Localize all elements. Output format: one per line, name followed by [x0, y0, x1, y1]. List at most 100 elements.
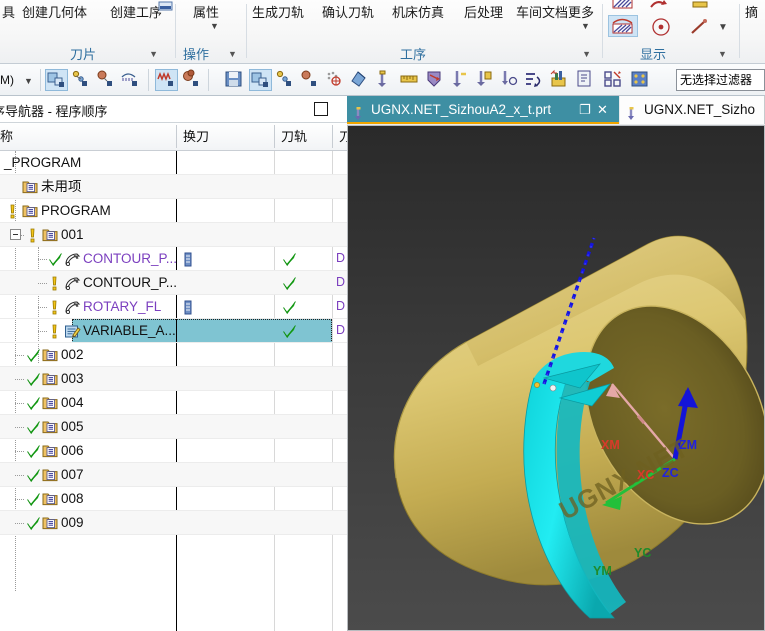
toolpath-ok-icon: [282, 324, 296, 339]
ribbon-icon-display-line[interactable]: [688, 16, 710, 38]
csys-label-xm: XM: [601, 438, 620, 452]
ribbon-group-expand-operation[interactable]: ▼: [228, 50, 237, 59]
operation-icon: [64, 276, 81, 294]
ribbon-command-more[interactable]: 更多: [568, 2, 594, 21]
quickbar-export-button[interactable]: [549, 69, 572, 91]
column-header-toolpath[interactable]: 刀轨: [276, 123, 332, 150]
quickbar-mode-dropdown-icon[interactable]: ▼: [24, 77, 33, 86]
selection-filter-dropdown[interactable]: 无选择过滤器: [676, 69, 765, 91]
quickbar-simulate-button[interactable]: [349, 69, 372, 91]
list-item-label: 005: [61, 419, 84, 434]
program-group-icon: [42, 372, 58, 389]
quickbar-mode-label[interactable]: M): [0, 73, 14, 87]
ribbon-command-machine-simulation[interactable]: 机床仿真: [392, 2, 444, 21]
ribbon-command-create-geometry[interactable]: 创建几何体: [22, 2, 87, 21]
restore-icon[interactable]: ❐: [579, 102, 593, 117]
quickbar-geometry-view-button[interactable]: [274, 69, 297, 91]
quickbar-save-button[interactable]: [224, 69, 247, 91]
ribbon-group-label-process: 工序: [400, 47, 427, 62]
ribbon-group-expand-process[interactable]: ▼: [582, 50, 591, 59]
quickbar-machine-tool-view-button[interactable]: [299, 69, 322, 91]
table-row[interactable]: 007: [0, 463, 347, 487]
program-group-icon: [42, 396, 58, 413]
quickbar-report-button[interactable]: [574, 69, 597, 91]
program-tree[interactable]: _PROGRAM 未用项 PROGRAM 001 CONTOUR_P... D CONTOU…: [0, 151, 347, 631]
tree-guide: [15, 427, 24, 428]
ribbon-icon-display-bar[interactable]: [690, 0, 710, 11]
ribbon-command-properties[interactable]: 属性: [193, 2, 219, 21]
quickbar-create-method-button[interactable]: [95, 69, 118, 91]
list-item-label: _PROGRAM: [4, 155, 82, 170]
table-row[interactable]: 001: [0, 223, 347, 247]
maximize-icon[interactable]: [314, 102, 328, 116]
table-row[interactable]: _PROGRAM: [0, 151, 347, 175]
document-tab-2[interactable]: UGNX.NET_Sizho: [620, 96, 765, 124]
ribbon-command-generate-toolpath[interactable]: 生成刀轨: [252, 2, 304, 21]
navigator-column-headers: 称 换刀 刀轨 刀: [0, 123, 347, 151]
tree-guide: [38, 259, 47, 260]
quickbar-create-program-button[interactable]: [120, 69, 143, 91]
ribbon-more-dropdown-icon[interactable]: ▼: [581, 22, 590, 31]
ribbon-properties-dropdown-icon[interactable]: ▼: [210, 22, 219, 31]
quickbar-verify-toolpath-button[interactable]: [181, 69, 204, 91]
ribbon-group-display: ▼ 显示 ▼: [604, 0, 740, 63]
table-row[interactable]: 004: [0, 391, 347, 415]
quickbar-layout-button[interactable]: [603, 69, 626, 91]
ribbon-command-create-operation[interactable]: 创建工序: [110, 2, 162, 21]
ribbon-command-shop-documentation[interactable]: 车间文档: [516, 2, 568, 21]
table-row[interactable]: 005: [0, 415, 347, 439]
table-row[interactable]: 006: [0, 439, 347, 463]
quickbar-trim-button[interactable]: [474, 69, 497, 91]
table-row[interactable]: CONTOUR_P... D: [0, 271, 347, 295]
ribbon-icon-display-arrow[interactable]: [648, 0, 668, 12]
ribbon-icon-display-boundary[interactable]: [608, 15, 638, 37]
change-tool-icon: [184, 300, 193, 318]
quickbar-reposition-button[interactable]: [374, 69, 397, 91]
3d-viewport[interactable]: UGNX.NET XM XC ZM ZC YC YM: [348, 126, 764, 630]
ribbon-icon-display-target[interactable]: [650, 16, 672, 38]
column-header-tool[interactable]: 刀: [334, 123, 347, 150]
list-item-label: CONTOUR_P...: [83, 251, 178, 266]
close-icon[interactable]: ✕: [597, 102, 611, 117]
ribbon-group-operation: 属性 ▼ 操作 ▼: [177, 0, 247, 63]
tree-guide: [15, 403, 24, 404]
part-file-icon: [353, 103, 367, 120]
table-row[interactable]: 002: [0, 343, 347, 367]
quickbar-toolpath-display-button[interactable]: [324, 69, 347, 91]
quickbar-measure-button[interactable]: [399, 69, 422, 91]
table-row[interactable]: ROTARY_FL D: [0, 295, 347, 319]
quickbar-create-operation-button[interactable]: [249, 69, 272, 91]
column-header-name[interactable]: 称: [0, 123, 175, 150]
quickbar-create-geometry-button[interactable]: [70, 69, 93, 91]
ribbon-display-dropdown-icon[interactable]: ▼: [718, 23, 728, 33]
table-row[interactable]: VARIABLE_A... D: [0, 319, 347, 343]
table-row[interactable]: 008: [0, 487, 347, 511]
quickbar-generate-toolpath-button[interactable]: [155, 69, 178, 91]
ribbon-group-blade: 具 创建几何体 创建工序 刀片 ▼: [0, 0, 176, 63]
3d-model-render: [393, 235, 764, 619]
ribbon-command-postprocess[interactable]: 后处理: [464, 2, 503, 21]
quickbar-divide-button[interactable]: [499, 69, 522, 91]
table-row[interactable]: 003: [0, 367, 347, 391]
quickbar-grid-button[interactable]: [630, 69, 653, 91]
quickbar-create-tool-button[interactable]: [45, 69, 68, 91]
table-row[interactable]: 未用项: [0, 175, 347, 199]
table-row[interactable]: PROGRAM: [0, 199, 347, 223]
ribbon-group-expand-blade[interactable]: ▼: [149, 50, 158, 59]
quickbar-analysis-button[interactable]: [424, 69, 447, 91]
quickbar-transform-button[interactable]: [449, 69, 472, 91]
table-row[interactable]: 009: [0, 511, 347, 535]
table-row[interactable]: CONTOUR_P... D: [0, 247, 347, 271]
ribbon-command-tool[interactable]: 具: [2, 2, 15, 21]
document-tab-active[interactable]: UGNX.NET_SizhouA2_x_t.prt ❐ ✕: [347, 96, 619, 124]
quickbar-reorder-button[interactable]: [524, 69, 547, 91]
list-item-label: 009: [61, 515, 84, 530]
ribbon-command-verify-toolpath[interactable]: 确认刀轨: [322, 2, 374, 21]
ribbon-group-expand-display[interactable]: ▼: [718, 50, 727, 59]
column-header-change-tool[interactable]: 换刀: [178, 123, 274, 150]
tree-collapse-toggle[interactable]: [10, 229, 21, 240]
ribbon-icon-create-method[interactable]: [158, 1, 174, 13]
ribbon-icon-display-blank[interactable]: [610, 0, 636, 12]
ribbon-command-overflow[interactable]: 摘: [745, 2, 758, 21]
document-tab-2-label: UGNX.NET_Sizho: [644, 102, 756, 117]
